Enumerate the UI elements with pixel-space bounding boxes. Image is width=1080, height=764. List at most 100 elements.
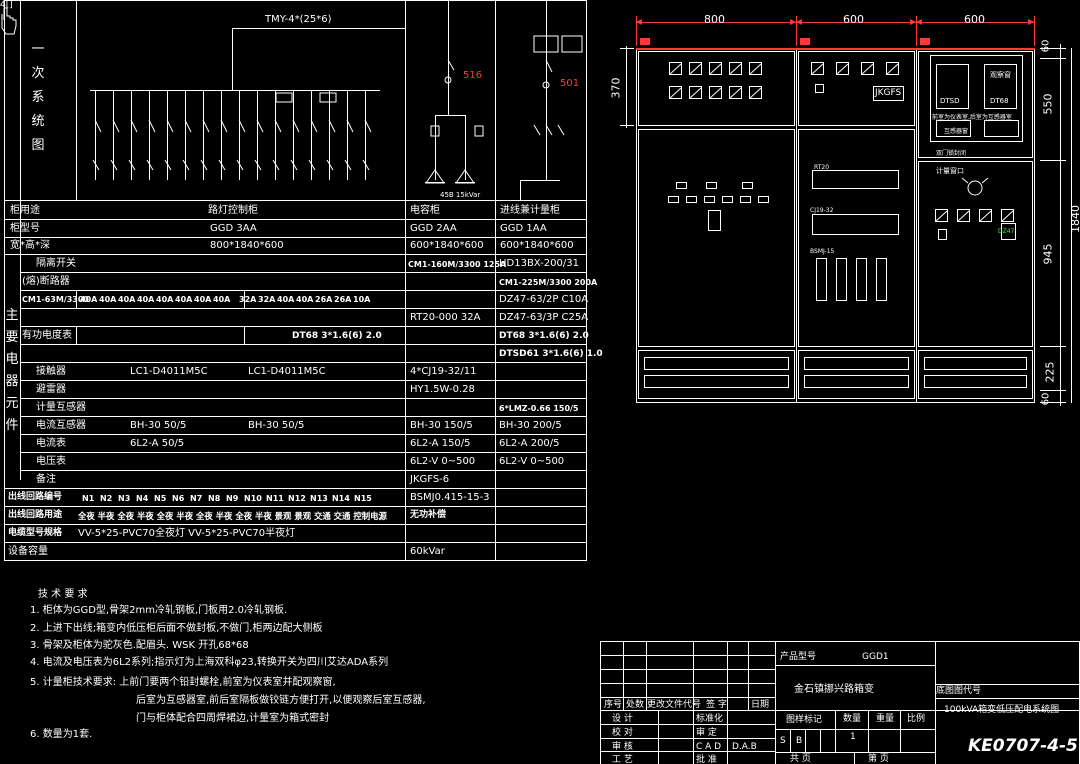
cell-circuit-use-capacitor: 无功补偿 bbox=[410, 510, 447, 520]
main-components-label: 主 要 电 器 元 件 bbox=[4, 305, 20, 437]
circuit-no-cell: N13 bbox=[310, 494, 328, 503]
capacitor-tag: 516 bbox=[463, 70, 483, 81]
cell-ammeter-incoming: 6L2-A 200/5 bbox=[499, 438, 560, 449]
primary-system-char: 图 bbox=[31, 138, 45, 153]
circuit-no-cell: N5 bbox=[154, 494, 167, 503]
stage-b: B bbox=[796, 736, 803, 746]
cell-purpose-lighting: 路灯控制柜 bbox=[208, 205, 258, 216]
cell-ammeter-capacitor: 6L2-A 150/5 bbox=[410, 438, 471, 449]
panel3-dz: DZ47 bbox=[998, 228, 1015, 235]
cell-note-capacitor: JKGFS-6 bbox=[410, 474, 450, 485]
row-label-breaker: (熔)断路器 bbox=[22, 276, 70, 287]
tech-item: 2. 上进下出线;箱变内低压柜后面不做封板,不做门,柜两边配大侧板 bbox=[30, 623, 323, 634]
cell-active-meter-incoming: DT68 3*1.6(6) 2.0 bbox=[499, 331, 589, 341]
dim-height-r2: 550 bbox=[1041, 93, 1055, 115]
cell-ct-capacitor: BH-30 150/5 bbox=[410, 420, 473, 431]
role2-label: 审 定 bbox=[696, 728, 717, 738]
dim-width-1: 800 bbox=[704, 13, 725, 26]
row-label-note: 备注 bbox=[36, 474, 56, 485]
cell-active-meter-lighting: DT68 3*1.6(6) 2.0 bbox=[292, 331, 382, 341]
circuit-no-cell: N10 bbox=[244, 494, 262, 503]
role2-label: C A D bbox=[696, 742, 722, 752]
tech-item: 6. 数量为1套. bbox=[30, 729, 93, 740]
primary-system-char: 统 bbox=[31, 114, 45, 129]
tech-title: 技 术 要 求 bbox=[38, 589, 88, 600]
current-cell: 32A bbox=[239, 295, 257, 304]
row-label-isolator: 隔离开关 bbox=[36, 258, 76, 269]
current-cell: 32A bbox=[258, 295, 276, 304]
circuit-no-cell: N14 bbox=[332, 494, 350, 503]
circuit-no-cell: N2 bbox=[100, 494, 113, 503]
cell-breaker-incoming: CM1-225M/3300 200A bbox=[499, 278, 598, 287]
sheets-label: 共 页 bbox=[790, 754, 811, 764]
primary-system-char: 系 bbox=[31, 90, 45, 105]
panel3-window: 观察窗 bbox=[990, 71, 1011, 79]
main-components-char: 要 bbox=[5, 330, 19, 345]
tech-item: 后室为互感器室,前后室隔板做铰链方便打开,以便观察后室互感器, bbox=[136, 695, 426, 706]
cell-size-incoming: 600*1840*600 bbox=[500, 240, 574, 251]
cell-arrester-capacitor: HY1.5W-0.28 bbox=[410, 384, 475, 395]
cell-model-capacitor: GGD 2AA bbox=[410, 223, 457, 234]
dim-total-height: 1840 bbox=[1069, 205, 1080, 233]
cell-isolator-capacitor: CM1-160M/3300 125A bbox=[408, 260, 507, 269]
role2-label: 标准化 bbox=[696, 714, 724, 724]
tech-item: 4. 电流及电压表为6L2系列;指示灯为上海双科φ23,转换开关为四川艾达ADA… bbox=[30, 657, 389, 668]
cell-contactor-lighting-b: LC1-D4011M5C bbox=[248, 366, 326, 377]
main-components-char: 元 bbox=[5, 396, 19, 411]
rev-col: 序号 bbox=[604, 700, 623, 710]
busbar-label: TMY-4*(25*6) bbox=[265, 14, 332, 25]
circuit-no-cell: N9 bbox=[226, 494, 239, 503]
circuit-no-cell: N6 bbox=[172, 494, 185, 503]
corner-tab: 4[] bbox=[0, 0, 13, 10]
weight-label: 重量 bbox=[876, 714, 895, 724]
circuit-no-cell: N12 bbox=[288, 494, 306, 503]
row-label-arrester: 避雷器 bbox=[36, 384, 66, 395]
main-components-char: 件 bbox=[5, 418, 19, 433]
rev-col: 更改文件代号 bbox=[647, 700, 702, 710]
circuit-numbers: N1 N2 N3 N4 N5 N6 N7 N8 N9 N10 N11 N12 N… bbox=[82, 493, 404, 504]
row-label-size: 宽*高*深 bbox=[10, 240, 50, 251]
role2-label: 批 准 bbox=[696, 755, 717, 764]
capacitor-rating: 45B 15kVar bbox=[440, 191, 481, 199]
current-cell: 40A bbox=[175, 295, 193, 304]
cell-ct-incoming: BH-30 200/5 bbox=[499, 420, 562, 431]
cell-contactor-capacitor: 4*CJ19-32/11 bbox=[410, 366, 477, 377]
role-label: 工 艺 bbox=[612, 755, 633, 764]
cell-circuit-no-capacitor: BSMJ0.415-15-3 bbox=[410, 492, 490, 503]
row-label-active-meter: 有功电度表 bbox=[22, 330, 72, 341]
primary-system-char: 次 bbox=[31, 66, 45, 81]
current-cell: 26A bbox=[334, 295, 352, 304]
main-components-char: 器 bbox=[5, 374, 19, 389]
panel3-fcn: 互感器窗 bbox=[944, 128, 969, 135]
panel3-lock: 双门锁封闭 bbox=[936, 150, 967, 157]
row-label-capacity: 设备容量 bbox=[8, 546, 48, 557]
cell-ct-lighting-b: BH-30 50/5 bbox=[248, 420, 305, 431]
cell-model-incoming: GGD 1AA bbox=[500, 223, 547, 234]
project-name: 金石镇挪兴路箱变 bbox=[794, 684, 874, 695]
cell-size-lighting: 800*1840*600 bbox=[210, 240, 284, 251]
cm1-currents: 40A 40A 40A 40A 40A 40A 40A 40A 32A 32A … bbox=[80, 294, 405, 305]
cell-isolator-incoming: HD13BX-200/31 bbox=[499, 258, 579, 269]
cell-cable-lighting: VV-5*25-PVC70全夜灯 VV-5*25-PVC70半夜灯 bbox=[78, 528, 296, 539]
cell-ammeter-lighting: 6L2-A 50/5 bbox=[130, 438, 185, 449]
incoming-tag: 501 bbox=[560, 78, 580, 89]
dim-width-2: 600 bbox=[843, 13, 864, 26]
circuit-no-cell: N7 bbox=[190, 494, 203, 503]
role-label: 校 对 bbox=[612, 728, 633, 738]
cell-ct-lighting-a: BH-30 50/5 bbox=[130, 420, 187, 431]
cell-circuit-use-lighting: 全夜 半夜 全夜 半夜 全夜 半夜 全夜 半夜 全夜 半夜 景观 景观 交通 交… bbox=[78, 511, 387, 521]
drawing-code-label: 底图图代号 bbox=[936, 686, 982, 696]
current-cell: 40A bbox=[156, 295, 174, 304]
cell-model-lighting: GGD 3AA bbox=[210, 223, 257, 234]
row-label-ammeter: 电流表 bbox=[36, 438, 66, 449]
panel3-meter1: DTSD bbox=[940, 97, 960, 105]
circuit-no-cell: N1 bbox=[82, 494, 95, 503]
dab-label: D.A.B bbox=[732, 742, 757, 752]
scale-label: 比例 bbox=[907, 714, 926, 724]
dim-width-3: 600 bbox=[964, 13, 985, 26]
cell-capacity-capacitor: 60kVar bbox=[410, 546, 445, 557]
circuit-no-cell: N4 bbox=[136, 494, 149, 503]
cell-size-capacitor: 600*1840*600 bbox=[410, 240, 484, 251]
cell-purpose-incoming: 进线兼计量柜 bbox=[500, 205, 560, 216]
panel2-cj19: CJ19-32 bbox=[810, 207, 834, 214]
